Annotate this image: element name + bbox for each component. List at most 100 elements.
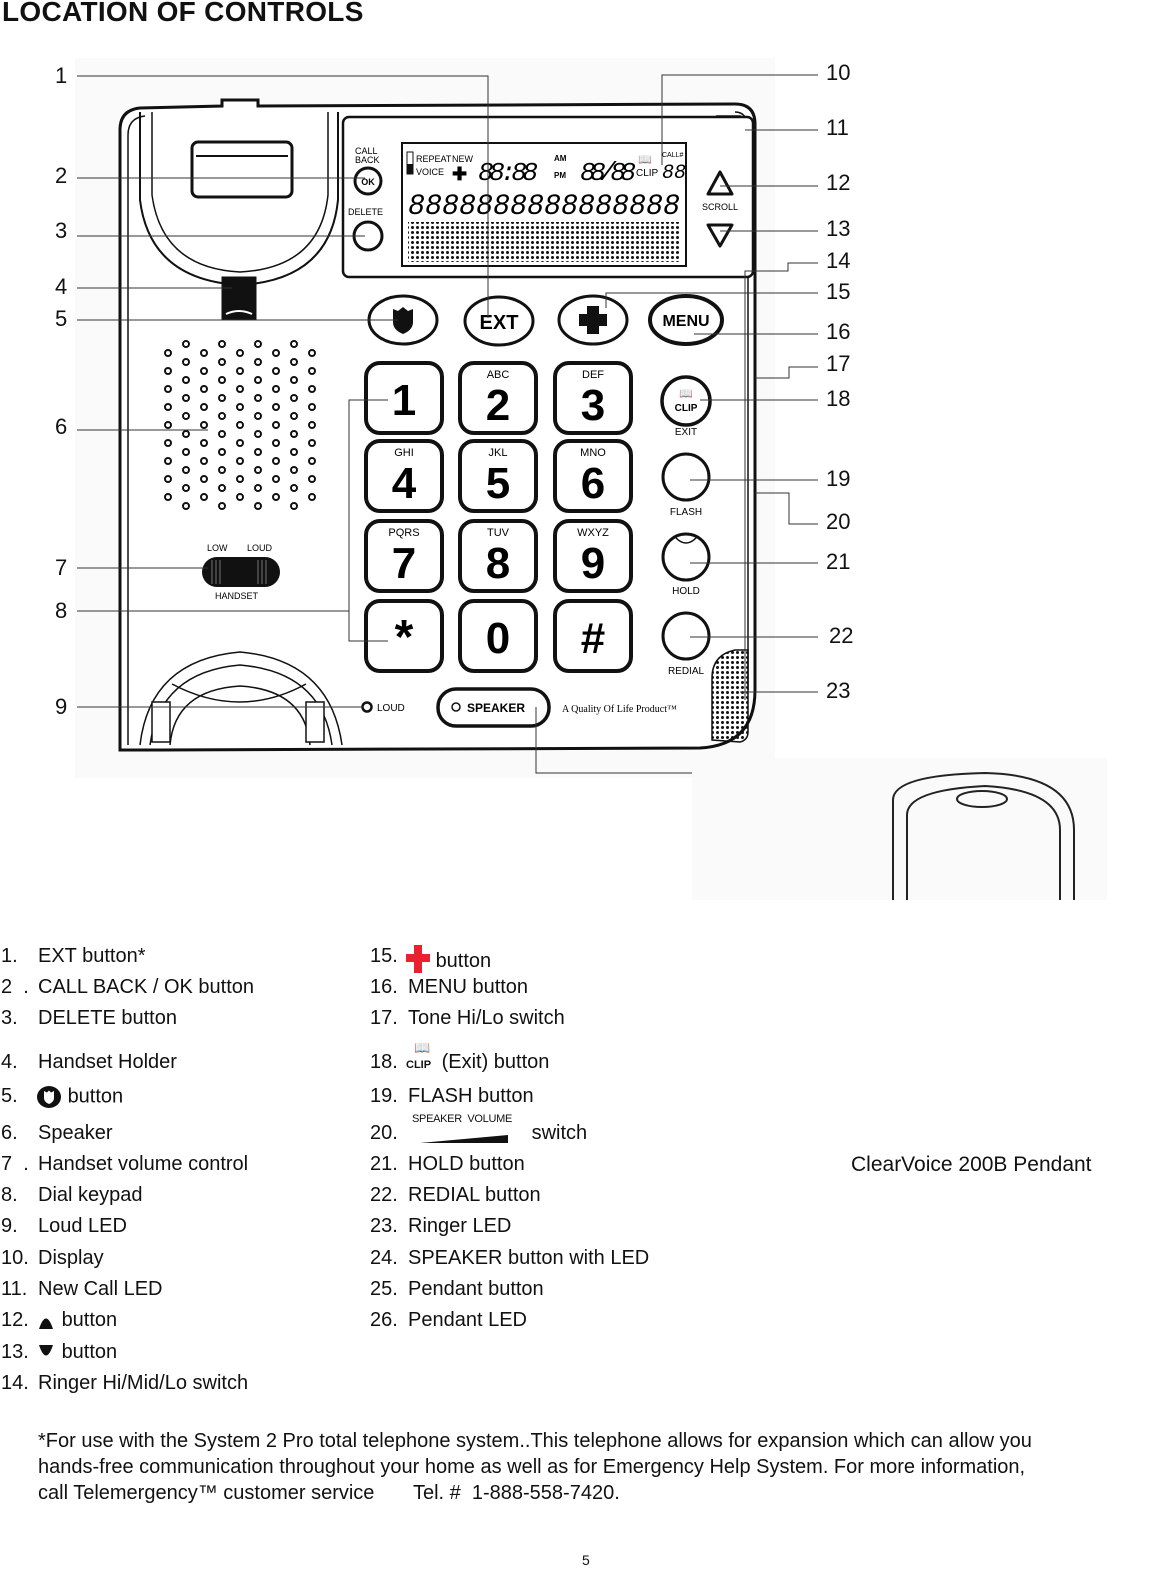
lcd-new: NEW <box>452 154 474 164</box>
legend-number: 13. <box>1 1341 29 1363</box>
up-triangle-icon <box>39 1318 53 1329</box>
legend-text: CALL BACK / OK button <box>38 976 255 998</box>
legend-number: 23. <box>370 1215 398 1237</box>
footnote-line-1: *For use with the System 2 Pro total tel… <box>38 1430 1032 1452</box>
lcd-digits: 8888888888888888 <box>408 190 680 224</box>
svg-text:REDIAL: REDIAL <box>668 666 705 677</box>
menu-button[interactable]: MENU <box>648 294 724 346</box>
legend-text: SPEAKER button with LED <box>408 1247 650 1269</box>
key-digit: 8 <box>486 539 510 588</box>
keypad-key-star[interactable]: * <box>364 599 444 673</box>
svg-text:DELETE: DELETE <box>348 207 383 217</box>
pendant-caption: ClearVoice 200B Pendant <box>851 1153 1092 1176</box>
lcd-pm: PM <box>554 171 566 180</box>
legend-text: button <box>435 950 492 972</box>
legend-item: 19. FLASH button <box>370 1085 534 1108</box>
legend-item: 11. New Call LED <box>1 1278 162 1301</box>
callout-14: 14 <box>826 248 850 273</box>
legend-number: 18. <box>370 1051 398 1073</box>
callout-20: 20 <box>826 509 850 534</box>
legend-number: 12. <box>1 1309 29 1331</box>
legend-text: DELETE button <box>38 1007 177 1029</box>
key-digit: 4 <box>392 459 417 508</box>
keypad-key-2[interactable]: ABC2 <box>458 361 538 435</box>
legend-item: 3. DELETE button <box>1 1007 177 1030</box>
flash-button[interactable]: FLASH <box>661 452 711 518</box>
ext-button[interactable]: EXT <box>463 295 535 347</box>
key-digit: 6 <box>581 459 605 508</box>
legend-text: switch <box>531 1122 588 1144</box>
book-icon: 📖 <box>679 387 693 400</box>
lcd-time: 88:88 <box>478 158 538 188</box>
legend-number: 24. <box>370 1247 398 1269</box>
legend-number: 19. <box>370 1085 398 1107</box>
keypad-key-4[interactable]: GHI4 <box>364 439 444 513</box>
pendant <box>692 758 1107 900</box>
legend-number: 11. <box>1 1278 28 1300</box>
svg-text:CLIP: CLIP <box>675 403 698 414</box>
key-letters: PQRS <box>388 527 419 539</box>
legend-text: Ringer Hi/Mid/Lo switch <box>38 1372 249 1394</box>
callout-16: 16 <box>826 319 850 344</box>
legend-text: REDIAL button <box>408 1184 541 1206</box>
key-digit: 2 <box>486 381 510 430</box>
callout-17: 17 <box>826 351 850 376</box>
callout-1: 1 <box>55 63 67 88</box>
legend-number: 5. <box>1 1085 18 1107</box>
callout-13: 13 <box>826 216 850 241</box>
lcd-call-num-label: CALL# <box>662 152 684 159</box>
speaker-button[interactable]: SPEAKER <box>436 687 551 728</box>
legend-text: Speaker <box>38 1122 113 1144</box>
callout-21: 21 <box>826 549 850 574</box>
lcd-repeat: REPEAT <box>416 154 452 164</box>
svg-text:HANDSET: HANDSET <box>215 591 259 601</box>
key-digit: 5 <box>486 459 510 508</box>
legend-number: 6. <box>1 1122 18 1144</box>
keypad-key-5[interactable]: JKL5 <box>458 439 538 513</box>
legend-item: 15. button <box>370 945 491 973</box>
scroll-label: SCROLL <box>702 202 738 212</box>
phone-diagram: REPEAT NEW VOICE ✚ 88:88 AM PM 88/88 📖 C… <box>55 58 1107 900</box>
key-digit: 9 <box>581 539 605 588</box>
keypad-key-7[interactable]: PQRS7 <box>364 519 444 593</box>
svg-text:BACK: BACK <box>355 155 380 165</box>
key-digit: 0 <box>486 614 510 663</box>
keypad-key-3[interactable]: DEF3 <box>553 361 633 435</box>
legend-item: 23. Ringer LED <box>370 1215 511 1238</box>
svg-text:MENU: MENU <box>662 313 709 330</box>
legend-item: 20. SPEAKER VOLUME switch <box>370 1113 587 1145</box>
keypad-key-6[interactable]: MNO6 <box>553 439 633 513</box>
keypad-key-1[interactable]: 1 <box>364 361 444 435</box>
keypad-key-9[interactable]: WXYZ9 <box>553 519 633 593</box>
legend-number: 14. <box>1 1372 29 1394</box>
lcd-voice: VOICE <box>416 167 444 177</box>
loud-led: LOUD <box>361 701 405 714</box>
legend-item: 2 . CALL BACK / OK button <box>1 976 254 999</box>
callback-ok-button[interactable]: CALL BACK OK <box>353 146 383 196</box>
legend-number: 22. <box>370 1184 398 1206</box>
legend-number: 3. <box>1 1007 18 1029</box>
svg-text:HOLD: HOLD <box>672 586 700 597</box>
legend-number: 2 . <box>1 976 29 998</box>
svg-text:LOUD: LOUD <box>377 703 405 714</box>
cross-button[interactable] <box>557 294 629 346</box>
redial-button[interactable]: REDIAL <box>661 611 711 677</box>
keypad-key-0[interactable]: 0 <box>458 599 538 673</box>
svg-text:LOW: LOW <box>207 543 228 553</box>
keypad-key-8[interactable]: TUV8 <box>458 519 538 593</box>
legend-number: 4. <box>1 1051 18 1073</box>
keypad-key-hash[interactable]: # <box>553 599 633 673</box>
callout-5: 5 <box>55 306 67 331</box>
legend-item: 24. SPEAKER button with LED <box>370 1247 649 1270</box>
legend-number: 10. <box>1 1247 29 1269</box>
lcd-dot-matrix <box>408 222 680 262</box>
legend-text: Dial keypad <box>38 1184 143 1206</box>
legend-text: Loud LED <box>38 1215 127 1237</box>
legend-text: EXT button* <box>38 945 146 967</box>
svg-text:EXIT: EXIT <box>675 427 697 438</box>
legend-number: 1. <box>1 945 18 967</box>
legend-text: Handset Holder <box>38 1051 177 1073</box>
legend-text: Display <box>38 1247 104 1269</box>
callout-12: 12 <box>826 170 850 195</box>
legend-text: Ringer LED <box>408 1215 512 1237</box>
